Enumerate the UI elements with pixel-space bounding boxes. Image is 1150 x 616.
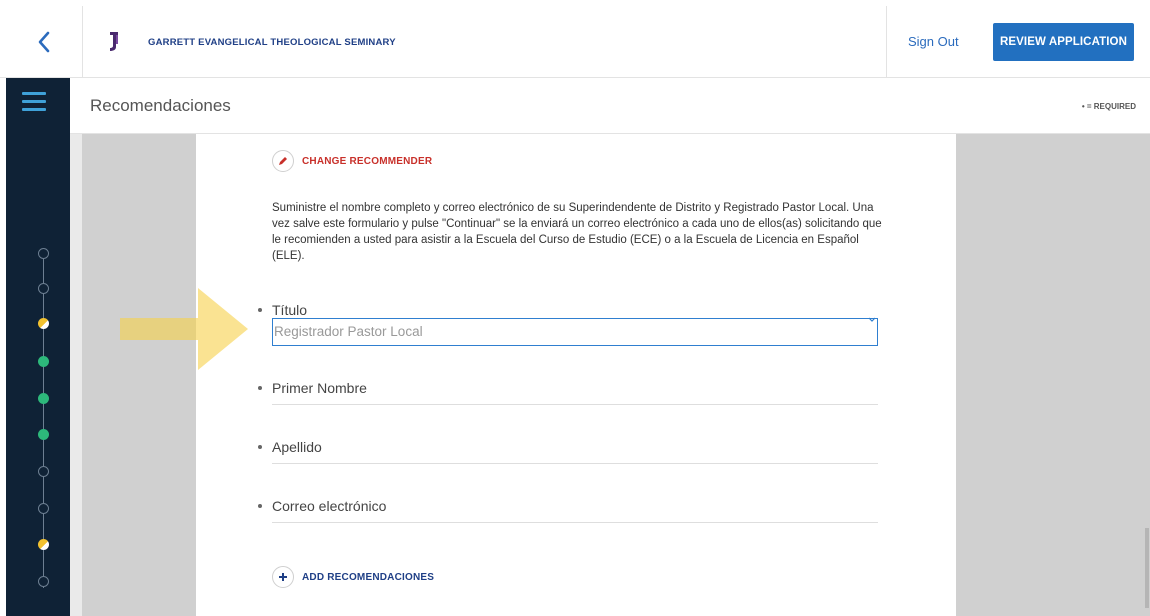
required-dot [258,386,262,390]
top-bar: GARRETT EVANGELICAL THEOLOGICAL SEMINARY… [0,0,1150,78]
chevron-left-icon [38,31,50,53]
progress-step-9[interactable] [38,539,49,550]
required-dot [258,308,262,312]
progress-step-5[interactable] [38,393,49,404]
review-application-button[interactable]: REVIEW APPLICATION [993,23,1134,61]
apellido-field[interactable]: Apellido [258,439,878,465]
hamburger-menu-icon[interactable] [22,92,46,112]
app-root: GARRETT EVANGELICAL THEOLOGICAL SEMINARY… [0,0,1150,616]
pencil-icon [272,150,294,172]
progress-step-3[interactable] [38,318,49,329]
change-recommender-label: CHANGE RECOMMENDER [302,155,433,167]
progress-step-7[interactable] [38,466,49,477]
sign-out-link[interactable]: Sign Out [908,34,959,49]
progress-step-8[interactable] [38,503,49,514]
required-dot [258,504,262,508]
apellido-label: Apellido [272,439,322,455]
section-header: Recomendaciones • = REQUIRED [70,78,1150,134]
sidebar [6,78,70,616]
progress-step-1[interactable] [38,248,49,259]
seminary-logo [110,32,118,51]
back-button[interactable] [6,6,83,78]
change-recommender-button[interactable]: CHANGE RECOMMENDER [272,150,432,172]
titulo-selected-value: Registrador Pastor Local [274,324,423,339]
required-note: • = REQUIRED [1081,102,1136,111]
titulo-label: Título [272,302,308,318]
plus-icon [272,566,294,588]
scrollbar-track[interactable] [70,134,82,616]
page-scrollbar-thumb[interactable] [1145,528,1149,608]
titulo-select[interactable]: Registrador Pastor Local [272,317,878,346]
page-title: Recomendaciones [90,96,231,115]
apellido-input[interactable] [272,463,878,464]
instructions-text: Suministre el nombre completo y correo e… [272,202,882,262]
primer-nombre-label: Primer Nombre [272,380,367,396]
titulo-field: Título Registrador Pastor Local [258,302,878,350]
progress-line [43,253,44,588]
progress-step-10[interactable] [38,576,49,587]
correo-label: Correo electrónico [272,498,387,514]
primer-nombre-input[interactable] [272,404,878,405]
add-recommendation-label: ADD RECOMENDACIONES [302,571,435,583]
correo-field[interactable]: Correo electrónico [258,498,878,524]
chevron-down-icon [868,317,876,322]
progress-step-4[interactable] [38,356,49,367]
add-recommendation-button[interactable]: ADD RECOMENDACIONES [272,566,434,588]
top-divider [886,6,887,78]
primer-nombre-field[interactable]: Primer Nombre [258,380,878,406]
correo-input[interactable] [272,522,878,523]
form-card: CHANGE RECOMMENDER Suministre el nombre … [196,134,956,616]
school-name: GARRETT EVANGELICAL THEOLOGICAL SEMINARY [148,37,396,48]
required-dot [258,445,262,449]
progress-step-2[interactable] [38,283,49,294]
progress-step-6[interactable] [38,429,49,440]
arrow-annotation-icon [120,288,248,370]
